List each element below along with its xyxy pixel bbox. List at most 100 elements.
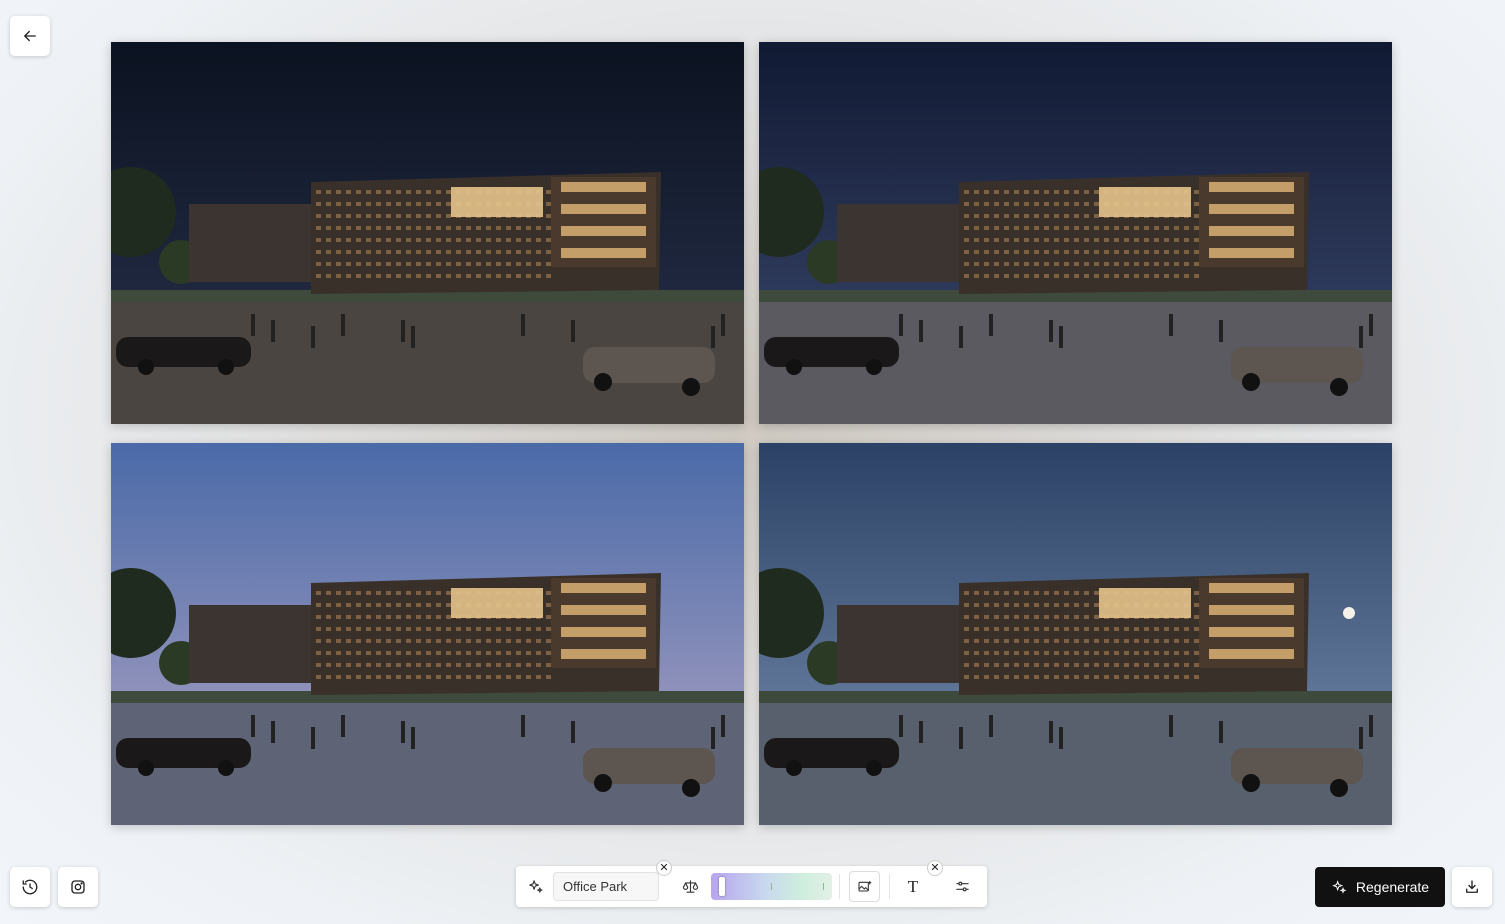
facade-light — [546, 675, 551, 679]
facade-light — [536, 651, 541, 655]
facade-light — [356, 262, 361, 266]
facade-light — [1154, 639, 1159, 643]
wheel — [786, 760, 802, 776]
instagram-button[interactable] — [58, 867, 98, 907]
facade-light — [506, 675, 511, 679]
facade-light — [386, 190, 391, 194]
facade-light — [486, 262, 491, 266]
style-chip[interactable]: Office Park — [553, 872, 659, 901]
facade-light — [1074, 639, 1079, 643]
facade-light — [326, 190, 331, 194]
facade-light — [1004, 603, 1009, 607]
facade-light — [356, 615, 361, 619]
pedestrian — [521, 314, 525, 336]
facade-light — [1114, 627, 1119, 631]
facade-light — [386, 591, 391, 595]
facade-light — [1114, 238, 1119, 242]
facade-light — [1104, 262, 1109, 266]
facade-light — [346, 603, 351, 607]
divider — [839, 874, 840, 899]
facade-light — [1144, 262, 1149, 266]
facade-light — [526, 639, 531, 643]
facade-light — [346, 591, 351, 595]
facade-light — [426, 214, 431, 218]
facade-light — [386, 663, 391, 667]
pedestrian — [1169, 314, 1173, 336]
facade-light — [446, 238, 451, 242]
facade-light — [1084, 627, 1089, 631]
facade-light — [1094, 663, 1099, 667]
facade-light — [426, 202, 431, 206]
facade-light — [1064, 639, 1069, 643]
facade-light — [336, 663, 341, 667]
facade-light — [984, 639, 989, 643]
facade-light — [1134, 250, 1139, 254]
facade-light — [1084, 262, 1089, 266]
facade-light — [346, 615, 351, 619]
pedestrian — [919, 320, 923, 342]
facade-light — [1054, 226, 1059, 230]
facade-light — [376, 238, 381, 242]
facade-light — [1064, 615, 1069, 619]
image-reference-button[interactable] — [849, 871, 880, 902]
instagram-icon — [71, 880, 85, 894]
back-button[interactable] — [10, 16, 50, 56]
facade-light — [386, 651, 391, 655]
facade-light — [1104, 627, 1109, 631]
facade-light — [1134, 274, 1139, 278]
facade-light — [396, 202, 401, 206]
balance-button[interactable] — [678, 866, 702, 907]
remove-style-button[interactable]: ✕ — [656, 860, 672, 876]
facade-light — [1054, 615, 1059, 619]
generated-image-2[interactable] — [759, 42, 1392, 424]
generated-image-4[interactable] — [759, 443, 1392, 825]
facade-light — [1164, 238, 1169, 242]
facade-light — [1084, 238, 1089, 242]
facade-light — [336, 591, 341, 595]
generated-image-1[interactable] — [111, 42, 744, 424]
facade-light — [426, 663, 431, 667]
adjust-settings-button[interactable] — [950, 866, 974, 907]
wing-window — [561, 583, 646, 593]
remove-text-button[interactable]: ✕ — [927, 860, 943, 876]
generated-image-3[interactable] — [111, 443, 744, 825]
facade-light — [546, 591, 551, 595]
strength-slider[interactable] — [711, 873, 832, 900]
facade-light — [1004, 663, 1009, 667]
facade-light — [1044, 651, 1049, 655]
facade-light — [1044, 627, 1049, 631]
facade-light — [1134, 663, 1139, 667]
style-magic-button[interactable] — [523, 866, 547, 907]
facade-light — [1044, 238, 1049, 242]
slider-handle[interactable] — [719, 877, 726, 896]
facade-light — [1054, 262, 1059, 266]
download-button[interactable] — [1452, 867, 1492, 907]
facade-light — [1044, 591, 1049, 595]
facade-light — [984, 238, 989, 242]
facade-light — [546, 627, 551, 631]
rear-building — [837, 204, 959, 282]
regenerate-button[interactable]: Regenerate — [1315, 867, 1445, 907]
facade-light — [366, 603, 371, 607]
wheel — [138, 760, 154, 776]
facade-light — [526, 238, 531, 242]
facade-light — [386, 226, 391, 230]
facade-light — [1194, 238, 1199, 242]
text-prompt-button[interactable]: T — [901, 866, 925, 907]
facade-light — [1054, 627, 1059, 631]
facade-light — [1114, 651, 1119, 655]
facade-light — [416, 639, 421, 643]
facade-light — [396, 190, 401, 194]
facade-light — [1194, 675, 1199, 679]
facade-light — [376, 663, 381, 667]
facade-light — [1024, 262, 1029, 266]
facade-light — [366, 651, 371, 655]
wing-window — [561, 226, 646, 236]
facade-light — [1014, 627, 1019, 631]
facade-light — [526, 262, 531, 266]
facade-light — [356, 663, 361, 667]
facade-light — [336, 651, 341, 655]
history-button[interactable] — [10, 867, 50, 907]
facade-light — [466, 250, 471, 254]
facade-light — [1184, 651, 1189, 655]
